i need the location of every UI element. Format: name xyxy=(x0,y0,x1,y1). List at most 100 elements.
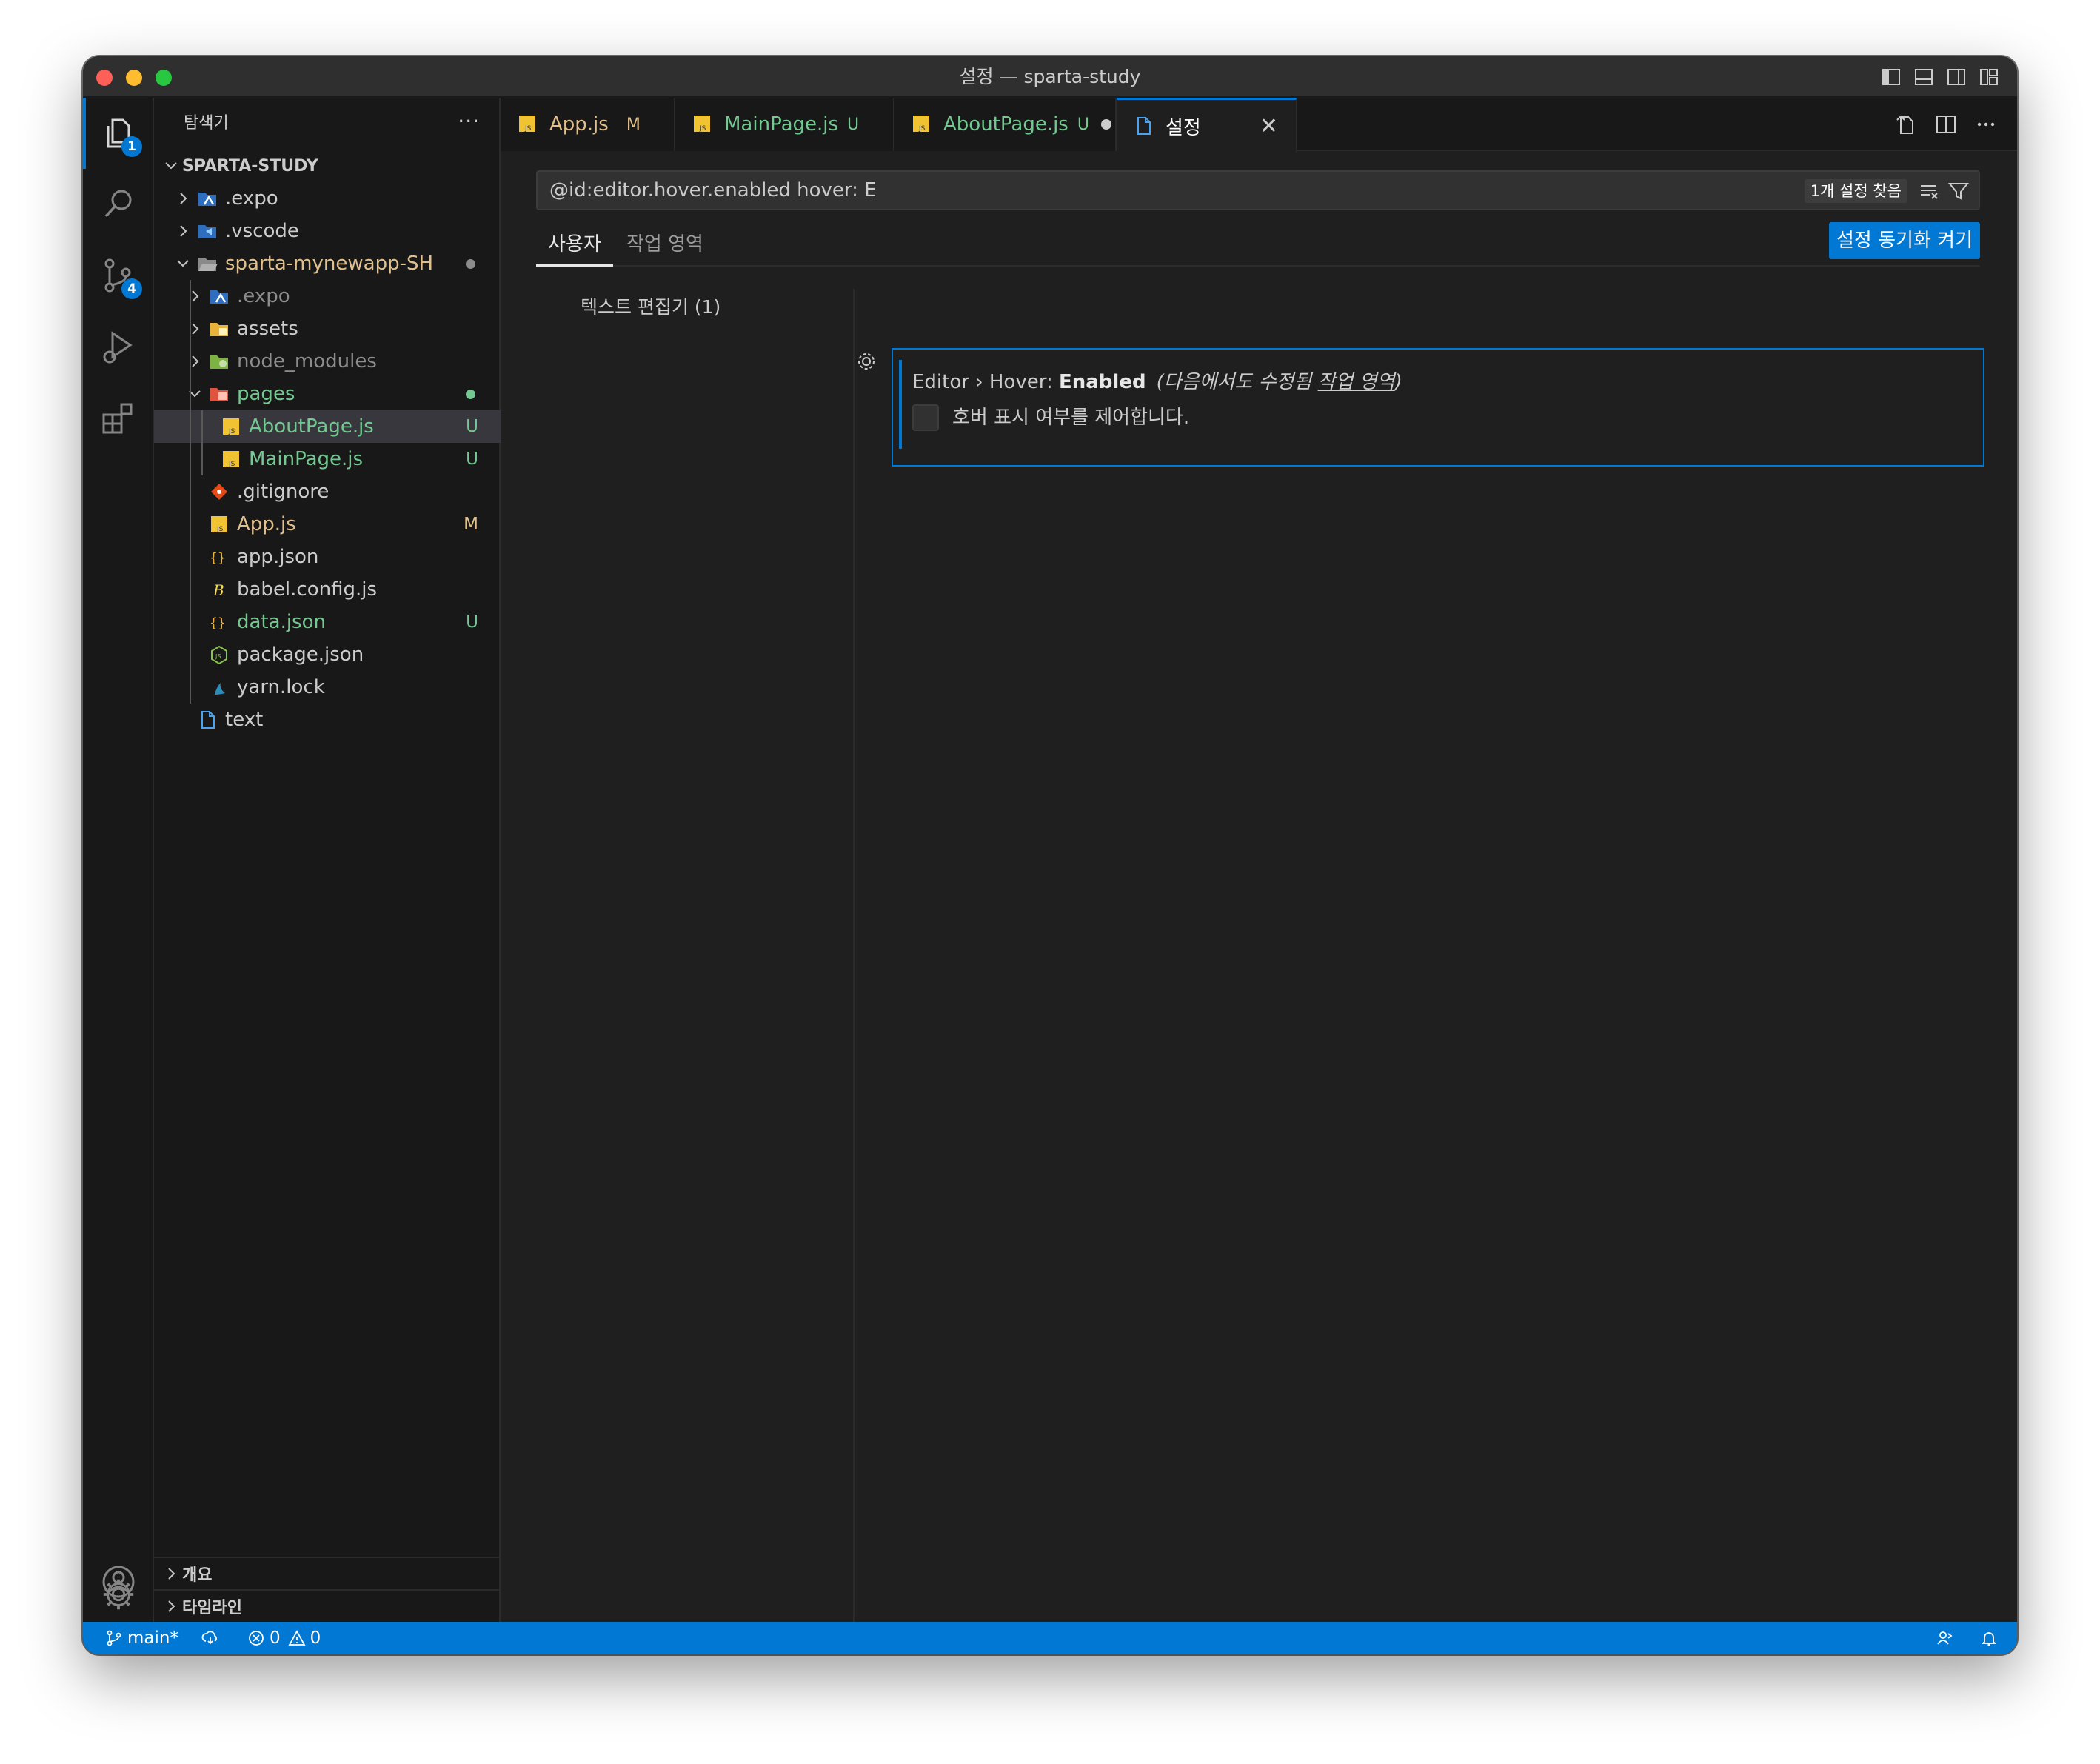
javascript-file-icon: JS xyxy=(692,113,714,136)
tree-item-datajson[interactable]: {} data.json U xyxy=(154,606,501,638)
problems-status[interactable]: 0 0 xyxy=(247,1622,321,1654)
tab-app-js[interactable]: JS App.js M xyxy=(501,98,675,151)
setting-name: Enabled xyxy=(1058,371,1146,393)
settings-sync-button[interactable]: 설정 동기화 켜기 xyxy=(1829,222,1980,259)
tree-item-gitignore[interactable]: .gitignore xyxy=(154,475,501,508)
live-share-icon[interactable] xyxy=(1936,1622,1953,1654)
chevron-right-icon xyxy=(160,1557,182,1590)
warning-count: 0 xyxy=(310,1628,321,1648)
tab-aboutpage-js[interactable]: JS AboutPage.js U xyxy=(894,98,1117,151)
javascript-file-icon: JS xyxy=(218,410,244,443)
status-bar: main* 0 0 xyxy=(83,1622,2017,1654)
tree-item-assets[interactable]: assets xyxy=(154,313,501,345)
manage-gear-icon[interactable] xyxy=(83,1567,154,1622)
layout-controls xyxy=(1881,67,1999,87)
outline-section-header[interactable]: 개요 xyxy=(154,1557,501,1589)
tree-item-sparta-mynewapp[interactable]: sparta-mynewapp-SH xyxy=(154,247,501,280)
customize-layout-icon[interactable] xyxy=(1979,67,1999,87)
modified-prefix: (다음에서도 수정됨 xyxy=(1156,371,1318,393)
filter-icon[interactable] xyxy=(1947,180,1970,202)
toggle-secondary-sidebar-icon[interactable] xyxy=(1946,67,1967,87)
toc-item-text-editor[interactable]: 텍스트 편집기 (1) xyxy=(581,289,720,326)
tab-git-status: U xyxy=(847,115,860,134)
tree-item-text[interactable]: text xyxy=(154,704,501,736)
svg-text:B: B xyxy=(213,581,224,599)
more-actions-icon[interactable] xyxy=(1974,113,1998,136)
timeline-label: 타임라인 xyxy=(182,1599,242,1617)
settings-search-input[interactable] xyxy=(548,172,1770,209)
tree-item-label: app.json xyxy=(237,546,319,568)
setting-editor-hover-enabled: Editor › Hover: Enabled (다음에서도 수정됨 작업 영역)… xyxy=(892,348,1984,467)
tree-item-appjs[interactable]: JS App.js M xyxy=(154,508,501,541)
accounts-spacer xyxy=(83,1475,154,1546)
setting-title: Editor › Hover: Enabled (다음에서도 수정됨 작업 영역) xyxy=(912,367,1402,397)
tab-user-settings[interactable]: 사용자 xyxy=(536,222,613,267)
git-status-badge: M xyxy=(464,515,478,534)
toggle-panel-icon[interactable] xyxy=(1913,67,1934,87)
unsaved-dot-icon[interactable] xyxy=(1100,119,1111,130)
search-icon[interactable] xyxy=(83,169,154,240)
tab-settings[interactable]: 설정 ✕ xyxy=(1117,98,1297,153)
tree-item-expo-inner[interactable]: .expo xyxy=(154,280,501,313)
warning-icon xyxy=(288,1630,306,1646)
svg-text:{}: {} xyxy=(210,550,226,566)
tree-item-babel[interactable]: B babel.config.js xyxy=(154,573,501,606)
run-and-debug-icon[interactable] xyxy=(83,311,154,382)
explorer-icon[interactable]: 1 xyxy=(83,98,154,169)
tree-item-label: package.json xyxy=(237,644,364,666)
expo-folder-icon xyxy=(194,182,221,215)
tree-item-label: babel.config.js xyxy=(237,578,378,601)
tab-bar: JS App.js M JS MainPage.js U JS AboutPag… xyxy=(501,98,2017,153)
file-icon xyxy=(194,704,221,736)
tree-item-node-modules[interactable]: node_modules xyxy=(154,345,501,378)
tree-item-yarnlock[interactable]: yarn.lock xyxy=(154,671,501,704)
tree-item-vscode[interactable]: .vscode xyxy=(154,215,501,247)
error-count: 0 xyxy=(270,1628,281,1648)
chevron-down-icon xyxy=(172,247,194,280)
open-settings-json-icon[interactable] xyxy=(1894,113,1918,136)
source-control-icon[interactable]: 4 xyxy=(83,240,154,311)
javascript-file-icon: JS xyxy=(517,113,539,136)
javascript-file-icon: JS xyxy=(206,508,233,541)
timeline-section-header[interactable]: 타임라인 xyxy=(154,1589,501,1622)
tree-item-label: AboutPage.js xyxy=(249,415,374,438)
tab-workspace-settings[interactable]: 작업 영역 xyxy=(615,222,715,267)
tree-item-appjson[interactable]: {} app.json xyxy=(154,541,501,573)
tree-item-pages[interactable]: pages xyxy=(154,378,501,410)
modified-workspace-link[interactable]: 작업 영역 xyxy=(1318,371,1395,393)
close-tab-icon[interactable]: ✕ xyxy=(1260,100,1278,153)
branch-status[interactable]: main* xyxy=(105,1622,178,1654)
setting-category: Editor › Hover: xyxy=(912,371,1059,393)
extensions-icon[interactable] xyxy=(83,382,154,453)
sync-changes-icon[interactable] xyxy=(201,1622,219,1654)
setting-gear-icon[interactable] xyxy=(855,350,881,376)
tree-item-label: MainPage.js xyxy=(249,448,364,470)
yarn-file-icon xyxy=(206,671,233,704)
chevron-right-icon xyxy=(184,345,206,378)
vscode-folder-icon xyxy=(194,215,221,247)
json-file-icon: {} xyxy=(206,606,233,638)
clear-filter-icon[interactable] xyxy=(1918,180,1940,202)
chevron-right-icon xyxy=(160,1590,182,1623)
tree-item-label: .gitignore xyxy=(237,481,330,503)
tree-item-mainpage[interactable]: JS MainPage.js U xyxy=(154,443,501,475)
chevron-right-icon xyxy=(172,215,194,247)
settings-search-box: 1개 설정 찾음 xyxy=(536,170,1980,210)
tree-item-label: assets xyxy=(237,318,298,340)
project-root[interactable]: SPARTA-STUDY xyxy=(154,150,501,182)
tree-item-aboutpage[interactable]: JS AboutPage.js U xyxy=(154,410,501,443)
hover-enabled-checkbox[interactable] xyxy=(912,404,939,431)
tree-item-expo[interactable]: .expo xyxy=(154,182,501,215)
folder-open-icon xyxy=(194,247,221,280)
tree-item-label: .expo xyxy=(225,187,278,210)
split-editor-icon[interactable] xyxy=(1934,113,1958,136)
svg-text:JS: JS xyxy=(216,526,224,533)
svg-text:JS: JS xyxy=(228,461,235,468)
tree-item-packagejson[interactable]: JS package.json xyxy=(154,638,501,671)
assets-folder-icon xyxy=(206,313,233,345)
notifications-bell-icon[interactable] xyxy=(1980,1622,1998,1654)
toggle-primary-sidebar-icon[interactable] xyxy=(1881,67,1902,87)
tree-item-label: App.js xyxy=(237,513,296,535)
explorer-more-actions-icon[interactable]: ··· xyxy=(458,98,480,145)
tab-mainpage-js[interactable]: JS MainPage.js U xyxy=(675,98,894,151)
